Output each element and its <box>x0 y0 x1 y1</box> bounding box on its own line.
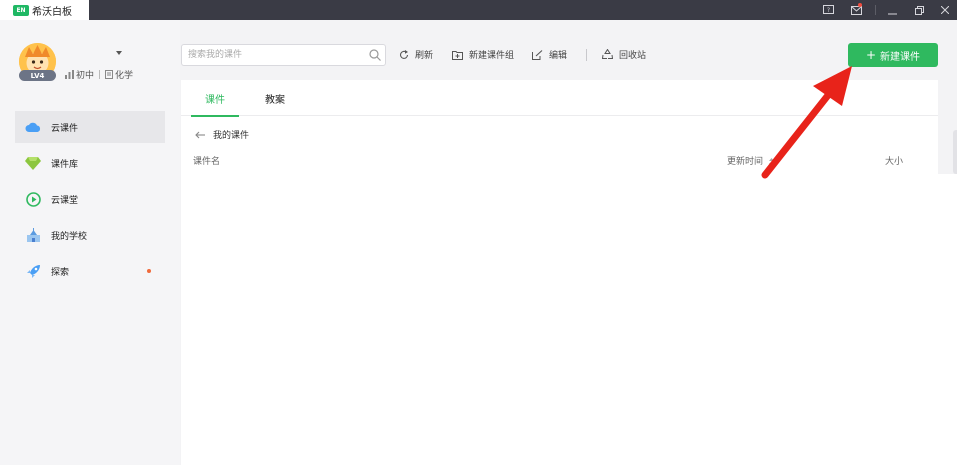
meta-divider <box>99 70 101 79</box>
back-arrow-icon[interactable] <box>195 131 205 139</box>
restore-icon[interactable] <box>911 0 927 20</box>
tab-bar: 课件 教案 <box>181 80 938 117</box>
tab-label: 课件 <box>205 94 225 106</box>
school-icon <box>25 227 41 243</box>
rocket-icon <box>25 263 41 279</box>
subject-label: 化学 <box>115 71 134 81</box>
plus-icon: + <box>865 48 877 62</box>
edit-label: 编辑 <box>549 51 568 61</box>
svg-text:?: ? <box>826 7 829 14</box>
refresh-button[interactable]: 刷新 <box>399 48 433 61</box>
tab-label: 教案 <box>265 94 285 106</box>
notification-dot <box>147 269 151 273</box>
recycle-icon <box>602 49 613 59</box>
sort-icon <box>768 157 774 166</box>
column-updated-label: 更新时间 <box>727 157 764 167</box>
search-box <box>181 44 386 66</box>
app-name: 希沃白板 <box>32 6 72 18</box>
tab-lesson-plan[interactable]: 教案 <box>251 80 299 116</box>
sidebar-nav: 云课件 课件库 云课堂 我的学校 探索 <box>15 111 165 291</box>
sidebar-item-label: 探索 <box>51 267 70 278</box>
recycle-bin-button[interactable]: 回收站 <box>602 48 646 61</box>
refresh-label: 刷新 <box>415 51 434 61</box>
column-name[interactable]: 课件名 <box>193 154 220 167</box>
sidebar-item-label: 我的学校 <box>51 231 88 242</box>
sidebar-item-label: 云课件 <box>51 123 79 134</box>
right-gutter-lower <box>938 174 957 465</box>
new-courseware-label: 新建课件 <box>880 51 921 63</box>
tab-courseware[interactable]: 课件 <box>191 80 239 117</box>
courseware-panel: 课件 教案 我的课件 课件名 更新时间 大小 <box>181 80 938 465</box>
breadcrumb: 我的课件 <box>195 128 249 141</box>
sidebar-item-cloud-classroom[interactable]: 云课堂 <box>15 183 165 215</box>
title-bar: EN 希沃白板 ? <box>0 0 957 20</box>
diamond-icon <box>25 155 41 171</box>
new-group-button[interactable]: 新建课件组 <box>452 48 514 61</box>
book-icon <box>105 70 114 79</box>
sidebar-item-my-school[interactable]: 我的学校 <box>15 219 165 251</box>
cloud-icon <box>25 119 41 135</box>
new-group-label: 新建课件组 <box>469 51 515 61</box>
help-icon[interactable]: ? <box>820 0 836 20</box>
edit-icon <box>532 49 543 60</box>
toolbar-divider <box>586 49 587 61</box>
sidebar-item-explore[interactable]: 探索 <box>15 255 165 287</box>
mail-notification-dot <box>858 3 862 7</box>
app-logo: EN <box>13 4 29 16</box>
chevron-down-icon[interactable] <box>116 49 122 55</box>
level-text: LV4 <box>30 71 45 80</box>
refresh-icon <box>399 49 409 59</box>
column-size[interactable]: 大小 <box>885 154 903 167</box>
search-icon[interactable] <box>369 49 381 64</box>
bar-chart-icon <box>65 70 74 79</box>
close-icon[interactable] <box>937 0 953 20</box>
side-handle[interactable] <box>953 130 957 174</box>
level-badge: LV4 <box>19 70 56 81</box>
sidebar-item-cloud-courseware[interactable]: 云课件 <box>15 111 165 143</box>
new-courseware-button[interactable]: + 新建课件 <box>848 43 938 67</box>
titlebar-divider <box>875 5 876 15</box>
table-header: 课件名 更新时间 大小 <box>193 154 933 168</box>
sidebar-item-label: 云课堂 <box>51 195 79 206</box>
recycle-label: 回收站 <box>619 51 647 61</box>
breadcrumb-current: 我的课件 <box>213 131 250 141</box>
play-circle-icon <box>25 191 41 207</box>
app-tab[interactable]: EN 希沃白板 <box>0 0 89 20</box>
sidebar: LV4 初中 化学 云课件 课件库 云课堂 我的学校 探索 <box>0 20 180 465</box>
grade-label: 初中 <box>76 71 95 81</box>
edit-button[interactable]: 编辑 <box>532 48 567 61</box>
sidebar-item-courseware-library[interactable]: 课件库 <box>15 147 165 179</box>
column-updated[interactable]: 更新时间 <box>727 154 774 167</box>
search-input[interactable] <box>182 45 362 65</box>
minimize-icon[interactable] <box>884 0 900 20</box>
folder-plus-icon <box>452 50 463 60</box>
sidebar-item-label: 课件库 <box>51 159 79 170</box>
user-meta: 初中 化学 <box>65 68 133 81</box>
